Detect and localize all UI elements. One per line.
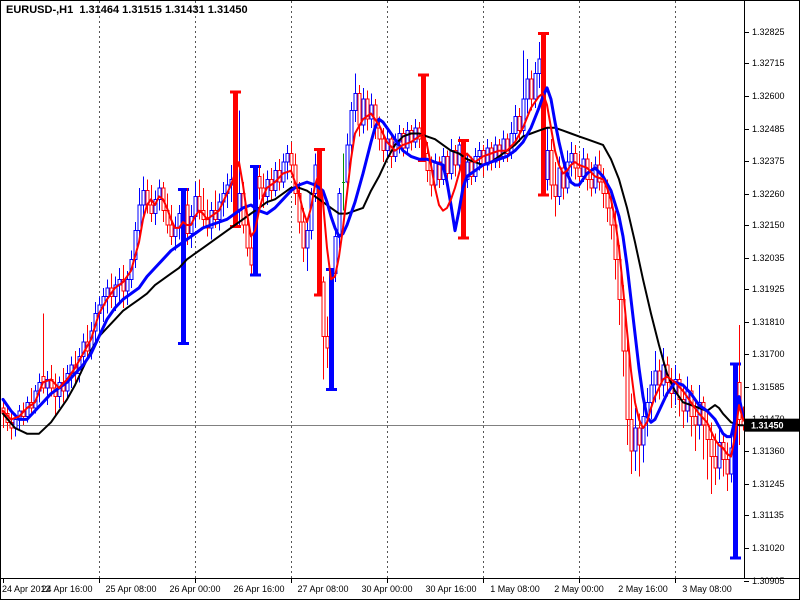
price-tick-label: 1.31135 [752,510,784,520]
time-tick-label: 27 Apr 08:00 [297,584,348,594]
price-tick-label: 1.31360 [752,446,785,456]
price-tick-label: 1.31585 [752,382,785,392]
price-tick-label: 1.31020 [752,543,785,553]
time-tick-label: 30 Apr 00:00 [361,584,412,594]
current-price-tag: 1.31450 [745,419,800,432]
price-tick-label: 1.31810 [752,317,785,327]
time-tick-label: 26 Apr 00:00 [169,584,220,594]
price-tick-label: 1.31245 [752,479,785,489]
price-tick-label: 1.32260 [752,189,785,199]
price-tick-label: 1.32375 [752,156,785,166]
time-tick-label: 2 May 16:00 [618,584,668,594]
mt4-chart-window: 1.32825 1.32715 1.32600 1.32485 1.32375 1.322… [0,0,800,600]
chart-background [1,1,800,600]
price-tick-label: 1.32715 [752,58,785,68]
price-tick-label: 1.31925 [752,284,785,294]
time-tick-label: 30 Apr 16:00 [425,584,476,594]
price-tick-label: 1.32600 [752,91,785,101]
time-tick-label: 2 May 00:00 [554,584,604,594]
time-tick-label: 1 May 08:00 [490,584,540,594]
time-tick-label: 24 Apr 16:00 [41,584,92,594]
price-tick-label: 1.32150 [752,220,785,230]
price-tick-label: 1.32825 [752,27,785,37]
price-tick-label: 1.32035 [752,253,785,263]
time-tick-label: 3 May 08:00 [682,584,732,594]
svg-text:1.31450: 1.31450 [751,421,784,431]
price-tick-label: 1.31700 [752,349,785,359]
price-tick-label: 1.32485 [752,124,785,134]
time-tick-label: 25 Apr 08:00 [105,584,156,594]
price-chart[interactable]: 1.32825 1.32715 1.32600 1.32485 1.32375 1.322… [0,0,800,600]
time-tick-label: 26 Apr 16:00 [233,584,284,594]
chart-ohlc-title: EURUSD-,H1 1.31464 1.31515 1.31431 1.314… [6,4,248,16]
price-tick-label: 1.30905 [752,576,785,586]
